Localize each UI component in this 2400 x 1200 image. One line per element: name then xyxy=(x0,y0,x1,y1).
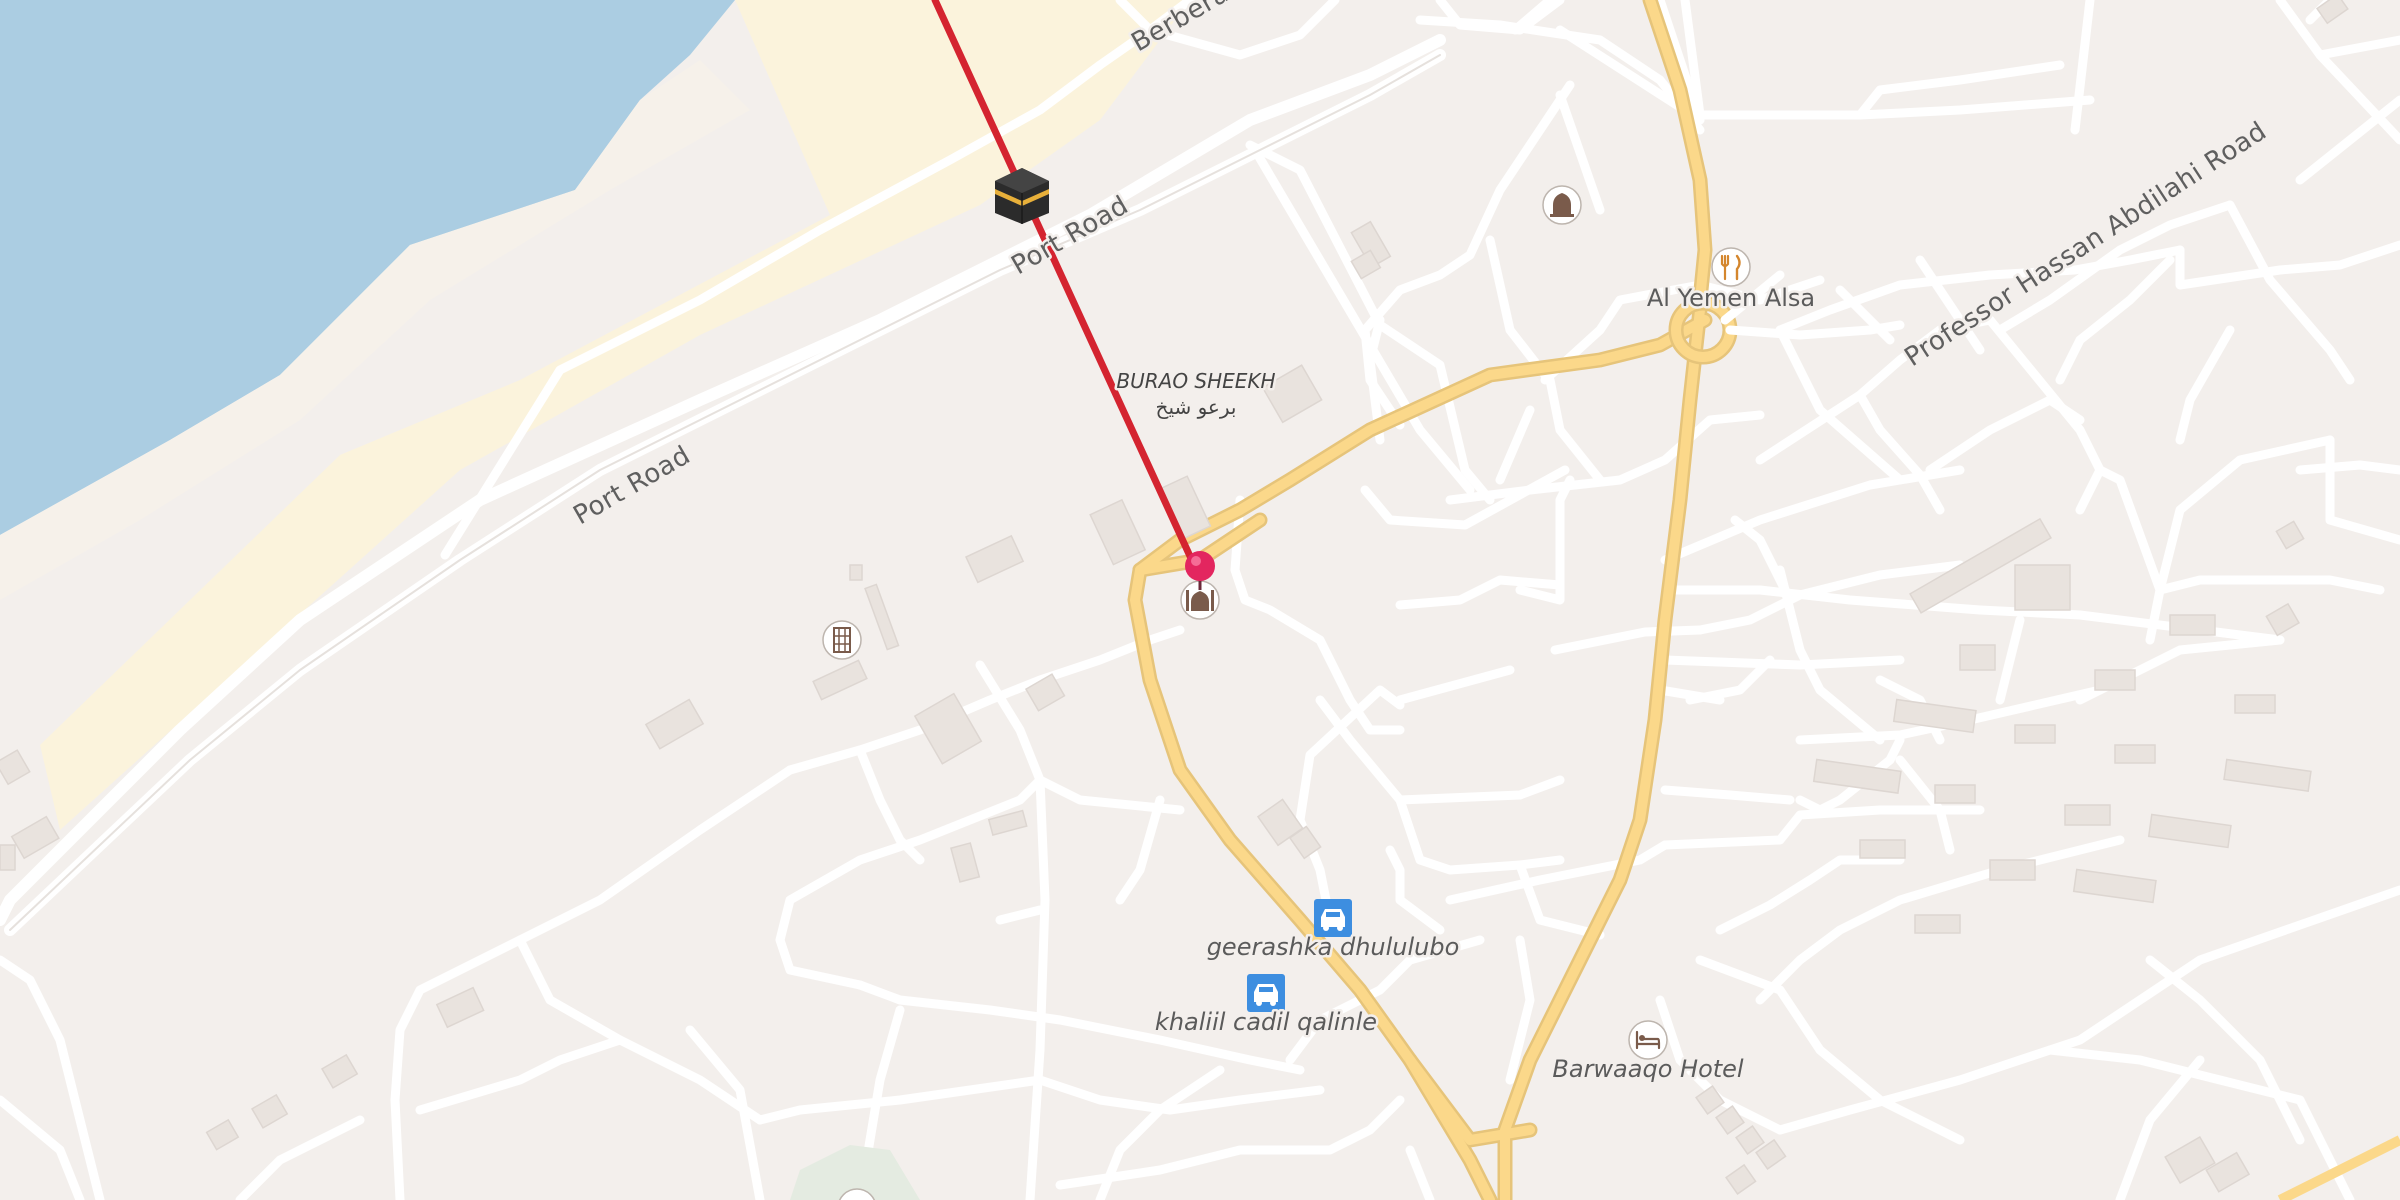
building-icon[interactable] xyxy=(822,620,862,660)
poi-label-geerashka-dhululubo[interactable]: geerashka dhululubo xyxy=(1204,931,1462,964)
place-label-burao-sheekh-arabic: برعو شيخ xyxy=(1156,395,1237,419)
restaurant-icon[interactable] xyxy=(1711,247,1751,287)
mosque-icon[interactable] xyxy=(1542,185,1582,225)
poi-label-barwaaqo-hotel[interactable]: Barwaaqo Hotel xyxy=(1550,1053,1747,1086)
car-icon[interactable] xyxy=(1314,899,1352,937)
place-label-burao-sheekh: BURAO SHEEKH xyxy=(1116,369,1275,393)
hotel-icon[interactable] xyxy=(1628,1020,1668,1060)
map-canvas[interactable]: Berbera Port Road Port Road Port Road Pr… xyxy=(0,0,2400,1200)
car-icon[interactable] xyxy=(1247,974,1285,1012)
poi-label-khaliil-cadil-qalinle[interactable]: khaliil cadil qalinle xyxy=(1152,1006,1379,1039)
poi-label-al-yemen-alsa[interactable]: Al Yemen Alsa xyxy=(1644,282,1817,315)
